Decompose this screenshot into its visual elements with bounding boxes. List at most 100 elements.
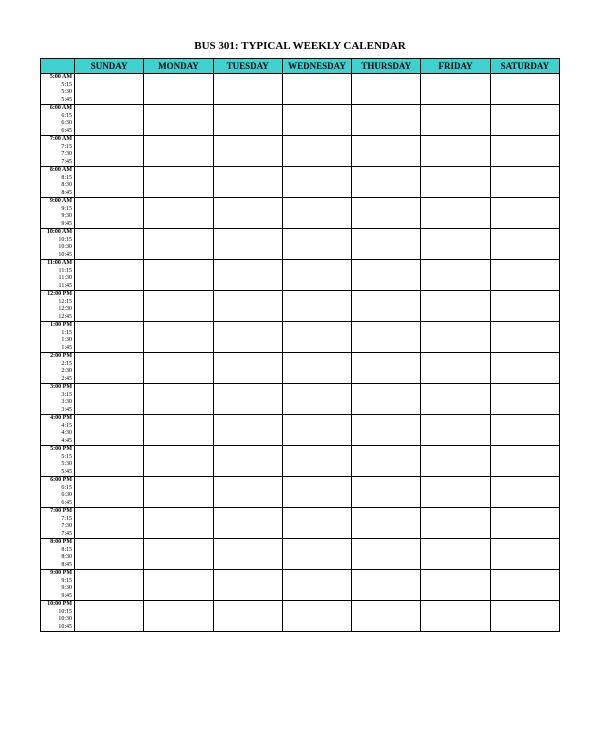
hour-row: 6:00 PM6:156:306:45 — [41, 477, 560, 508]
calendar-slot — [490, 322, 559, 353]
calendar-slot — [75, 415, 144, 446]
calendar-slot — [352, 229, 421, 260]
calendar-slot — [352, 446, 421, 477]
day-header: MONDAY — [144, 59, 213, 74]
calendar-slot — [213, 136, 282, 167]
calendar-slot — [213, 415, 282, 446]
calendar-table: SUNDAY MONDAY TUESDAY WEDNESDAY THURSDAY… — [40, 58, 560, 632]
calendar-body: 5:00 AM5:155:305:456:00 AM6:156:306:457:… — [41, 74, 560, 632]
quarter-hour-label: 6:15 — [41, 113, 72, 121]
calendar-slot — [490, 446, 559, 477]
calendar-slot — [75, 167, 144, 198]
hour-label: 9:00 AM — [41, 198, 72, 206]
calendar-slot — [421, 198, 490, 229]
calendar-slot — [75, 477, 144, 508]
calendar-slot — [282, 260, 351, 291]
calendar-slot — [144, 446, 213, 477]
calendar-slot — [75, 260, 144, 291]
calendar-slot — [282, 291, 351, 322]
quarter-hour-label: 6:30 — [41, 492, 72, 500]
calendar-slot — [421, 353, 490, 384]
time-label-cell: 6:00 AM6:156:306:45 — [41, 105, 75, 136]
time-label-cell: 12:00 PM12:1512:3012:45 — [41, 291, 75, 322]
calendar-slot — [213, 74, 282, 105]
quarter-hour-label: 10:45 — [41, 252, 72, 260]
quarter-hour-label: 12:15 — [41, 299, 72, 307]
quarter-hour-label: 5:45 — [41, 469, 72, 477]
calendar-slot — [421, 105, 490, 136]
header-corner — [41, 59, 75, 74]
hour-label: 2:00 PM — [41, 353, 72, 361]
calendar-slot — [213, 446, 282, 477]
calendar-slot — [75, 539, 144, 570]
calendar-slot — [213, 508, 282, 539]
calendar-slot — [144, 601, 213, 632]
hour-row: 3:00 PM3:153:303:45 — [41, 384, 560, 415]
quarter-hour-label: 5:30 — [41, 89, 72, 97]
quarter-hour-label: 7:30 — [41, 151, 72, 159]
time-label-cell: 8:00 AM8:158:308:45 — [41, 167, 75, 198]
calendar-slot — [213, 601, 282, 632]
quarter-hour-label: 11:45 — [41, 283, 72, 291]
quarter-hour-label: 8:30 — [41, 554, 72, 562]
calendar-slot — [490, 167, 559, 198]
calendar-slot — [75, 601, 144, 632]
quarter-hour-label: 9:30 — [41, 213, 72, 221]
calendar-slot — [421, 167, 490, 198]
calendar-slot — [421, 384, 490, 415]
hour-label: 3:00 PM — [41, 384, 72, 392]
calendar-slot — [282, 570, 351, 601]
calendar-slot — [144, 384, 213, 415]
header-row: SUNDAY MONDAY TUESDAY WEDNESDAY THURSDAY… — [41, 59, 560, 74]
calendar-slot — [144, 477, 213, 508]
calendar-slot — [352, 477, 421, 508]
day-header: SUNDAY — [75, 59, 144, 74]
quarter-hour-label: 5:15 — [41, 454, 72, 462]
calendar-slot — [421, 260, 490, 291]
quarter-hour-label: 8:15 — [41, 175, 72, 183]
hour-label: 8:00 PM — [41, 539, 72, 547]
calendar-slot — [213, 353, 282, 384]
hour-label: 6:00 AM — [41, 105, 72, 113]
calendar-slot — [144, 508, 213, 539]
calendar-slot — [144, 74, 213, 105]
quarter-hour-label: 9:30 — [41, 585, 72, 593]
time-label-cell: 11:00 AM11:1511:3011:45 — [41, 260, 75, 291]
time-label-cell: 1:00 PM1:151:301:45 — [41, 322, 75, 353]
calendar-slot — [282, 353, 351, 384]
calendar-slot — [213, 198, 282, 229]
hour-row: 12:00 PM12:1512:3012:45 — [41, 291, 560, 322]
quarter-hour-label: 6:45 — [41, 500, 72, 508]
calendar-slot — [144, 198, 213, 229]
calendar-slot — [352, 74, 421, 105]
calendar-slot — [352, 167, 421, 198]
hour-label: 4:00 PM — [41, 415, 72, 423]
hour-row: 6:00 AM6:156:306:45 — [41, 105, 560, 136]
quarter-hour-label: 10:15 — [41, 609, 72, 617]
quarter-hour-label: 10:45 — [41, 624, 72, 632]
calendar-slot — [75, 353, 144, 384]
day-header: WEDNESDAY — [282, 59, 351, 74]
calendar-slot — [144, 291, 213, 322]
calendar-title: BUS 301: TYPICAL WEEKLY CALENDAR — [40, 40, 560, 52]
calendar-slot — [213, 477, 282, 508]
quarter-hour-label: 1:15 — [41, 330, 72, 338]
calendar-slot — [144, 136, 213, 167]
time-label-cell: 5:00 PM5:155:305:45 — [41, 446, 75, 477]
calendar-slot — [144, 229, 213, 260]
time-label-cell: 10:00 PM10:1510:3010:45 — [41, 601, 75, 632]
calendar-slot — [490, 260, 559, 291]
quarter-hour-label: 10:30 — [41, 616, 72, 624]
calendar-slot — [352, 384, 421, 415]
quarter-hour-label: 4:15 — [41, 423, 72, 431]
hour-row: 7:00 AM7:157:307:45 — [41, 136, 560, 167]
quarter-hour-label: 8:45 — [41, 562, 72, 570]
calendar-slot — [213, 291, 282, 322]
day-header: THURSDAY — [352, 59, 421, 74]
quarter-hour-label: 10:30 — [41, 244, 72, 252]
calendar-slot — [282, 539, 351, 570]
day-header: FRIDAY — [421, 59, 490, 74]
calendar-slot — [490, 508, 559, 539]
calendar-slot — [282, 105, 351, 136]
calendar-slot — [421, 446, 490, 477]
